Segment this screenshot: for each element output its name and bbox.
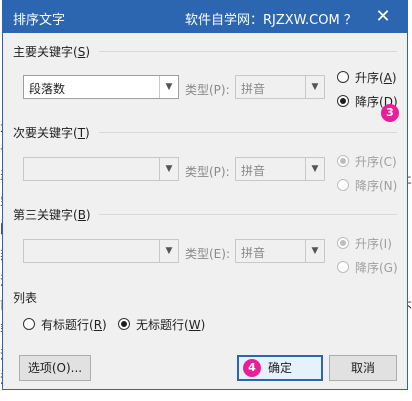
options-button[interactable]: 选项(O)... <box>19 355 91 381</box>
secondary-type-label: 类型(P): <box>185 165 230 179</box>
cancel-button[interactable]: 取消 <box>329 355 397 381</box>
secondary-type-value: 拼音 <box>241 164 266 178</box>
divider <box>99 51 397 52</box>
primary-asc-label: 升序(A) <box>355 71 397 85</box>
dialog-title: 排序文字 <box>13 13 66 28</box>
chevron-down-icon: ▼ <box>159 76 178 98</box>
primary-key-value: 段落数 <box>29 82 66 96</box>
secondary-key-label: 次要关键字(T) <box>13 126 90 140</box>
chevron-down-icon: ▼ <box>159 158 178 180</box>
secondary-asc-label: 升序(C) <box>355 155 397 169</box>
has-header-label: 有标题行(R) <box>41 318 107 332</box>
tertiary-key-label: 第三关键字(B) <box>13 208 91 222</box>
primary-type-label: 类型(P): <box>185 83 230 97</box>
primary-type-value: 拼音 <box>241 82 266 96</box>
tertiary-type-value: 拼音 <box>241 246 266 260</box>
chevron-down-icon: ▼ <box>159 240 178 262</box>
close-icon[interactable]: ✕ <box>371 5 395 29</box>
primary-desc-radio[interactable] <box>337 95 349 107</box>
primary-key-select[interactable]: 段落数 ▼ <box>23 75 179 99</box>
secondary-desc-radio[interactable] <box>337 179 349 191</box>
list-label: 列表 <box>13 291 38 305</box>
tertiary-desc-radio[interactable] <box>337 261 349 273</box>
tertiary-type-select[interactable]: 拼音 ▼ <box>235 239 325 263</box>
no-header-radio[interactable] <box>118 318 130 330</box>
chevron-down-icon: ▼ <box>305 158 324 180</box>
primary-asc-radio[interactable] <box>337 71 349 83</box>
has-header-radio[interactable] <box>23 318 35 330</box>
chevron-down-icon: ▼ <box>305 76 324 98</box>
tertiary-asc-label: 升序(I) <box>355 237 392 251</box>
chevron-down-icon: ▼ <box>305 240 324 262</box>
divider <box>99 132 397 133</box>
tertiary-key-select[interactable]: ▼ <box>23 239 179 263</box>
secondary-desc-label: 降序(N) <box>355 179 398 193</box>
secondary-asc-radio[interactable] <box>337 155 349 167</box>
tertiary-type-label: 类型(E): <box>185 247 230 261</box>
no-header-label: 无标题行(W) <box>136 318 206 332</box>
sort-text-dialog: 排序文字 软件自学网：RJZXW.COM ？ ✕ 主要关键字(S) 段落数 ▼ … <box>2 0 408 390</box>
step-badge: 4 <box>243 359 261 377</box>
step-badge: 3 <box>381 104 399 122</box>
primary-type-select[interactable]: 拼音 ▼ <box>235 75 325 99</box>
title-bar: 排序文字 软件自学网：RJZXW.COM ？ ✕ <box>3 1 407 33</box>
secondary-key-select[interactable]: ▼ <box>23 157 179 181</box>
primary-key-label: 主要关键字(S) <box>13 45 90 59</box>
tertiary-asc-radio[interactable] <box>337 237 349 249</box>
site-watermark: 软件自学网：RJZXW.COM ？ <box>185 13 357 28</box>
secondary-type-select[interactable]: 拼音 ▼ <box>235 157 325 181</box>
tertiary-desc-label: 降序(G) <box>355 261 398 275</box>
divider <box>99 214 397 215</box>
